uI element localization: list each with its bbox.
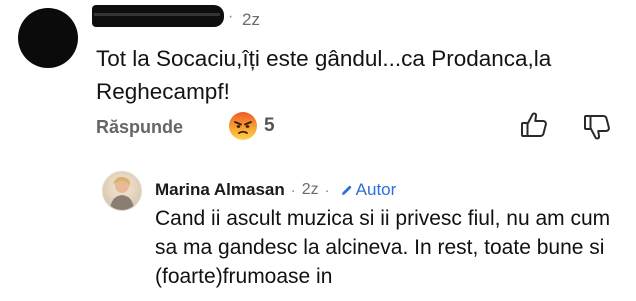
- meta-separator: ·: [290, 181, 296, 199]
- author-avatar[interactable]: [102, 171, 142, 211]
- commenter-avatar-redacted[interactable]: [18, 8, 78, 68]
- reply-button[interactable]: Răspunde: [96, 117, 183, 138]
- thumbs-down-icon[interactable]: [583, 112, 611, 142]
- angry-face-icon: [229, 112, 257, 140]
- comment-text: Tot la Socaciu,îți este gândul...ca Prod…: [96, 46, 552, 104]
- reaction-summary[interactable]: 5: [228, 111, 275, 141]
- comments-thread: · 2z Tot la Socaciu,îți este gândul...ca…: [0, 0, 636, 301]
- reply-header: Marina Almasan · 2z · Autor: [155, 180, 396, 200]
- comment-time: 2z: [242, 10, 260, 29]
- meta-separator: ·: [228, 8, 234, 25]
- author-badge-label: Autor: [355, 180, 397, 199]
- pencil-icon: [341, 185, 351, 195]
- commenter-name-redacted[interactable]: [92, 5, 224, 27]
- reaction-count: 5: [264, 115, 275, 136]
- reply-text: Cand ii ascult muzica si ii privesc fiul…: [155, 207, 611, 288]
- author-badge: Autor: [340, 180, 397, 200]
- meta-separator: ·: [324, 181, 330, 199]
- reply-author-name[interactable]: Marina Almasan: [155, 180, 285, 200]
- reply-time: 2z: [301, 181, 319, 198]
- thumbs-up-icon[interactable]: [520, 110, 548, 140]
- avatar-photo: [110, 176, 134, 210]
